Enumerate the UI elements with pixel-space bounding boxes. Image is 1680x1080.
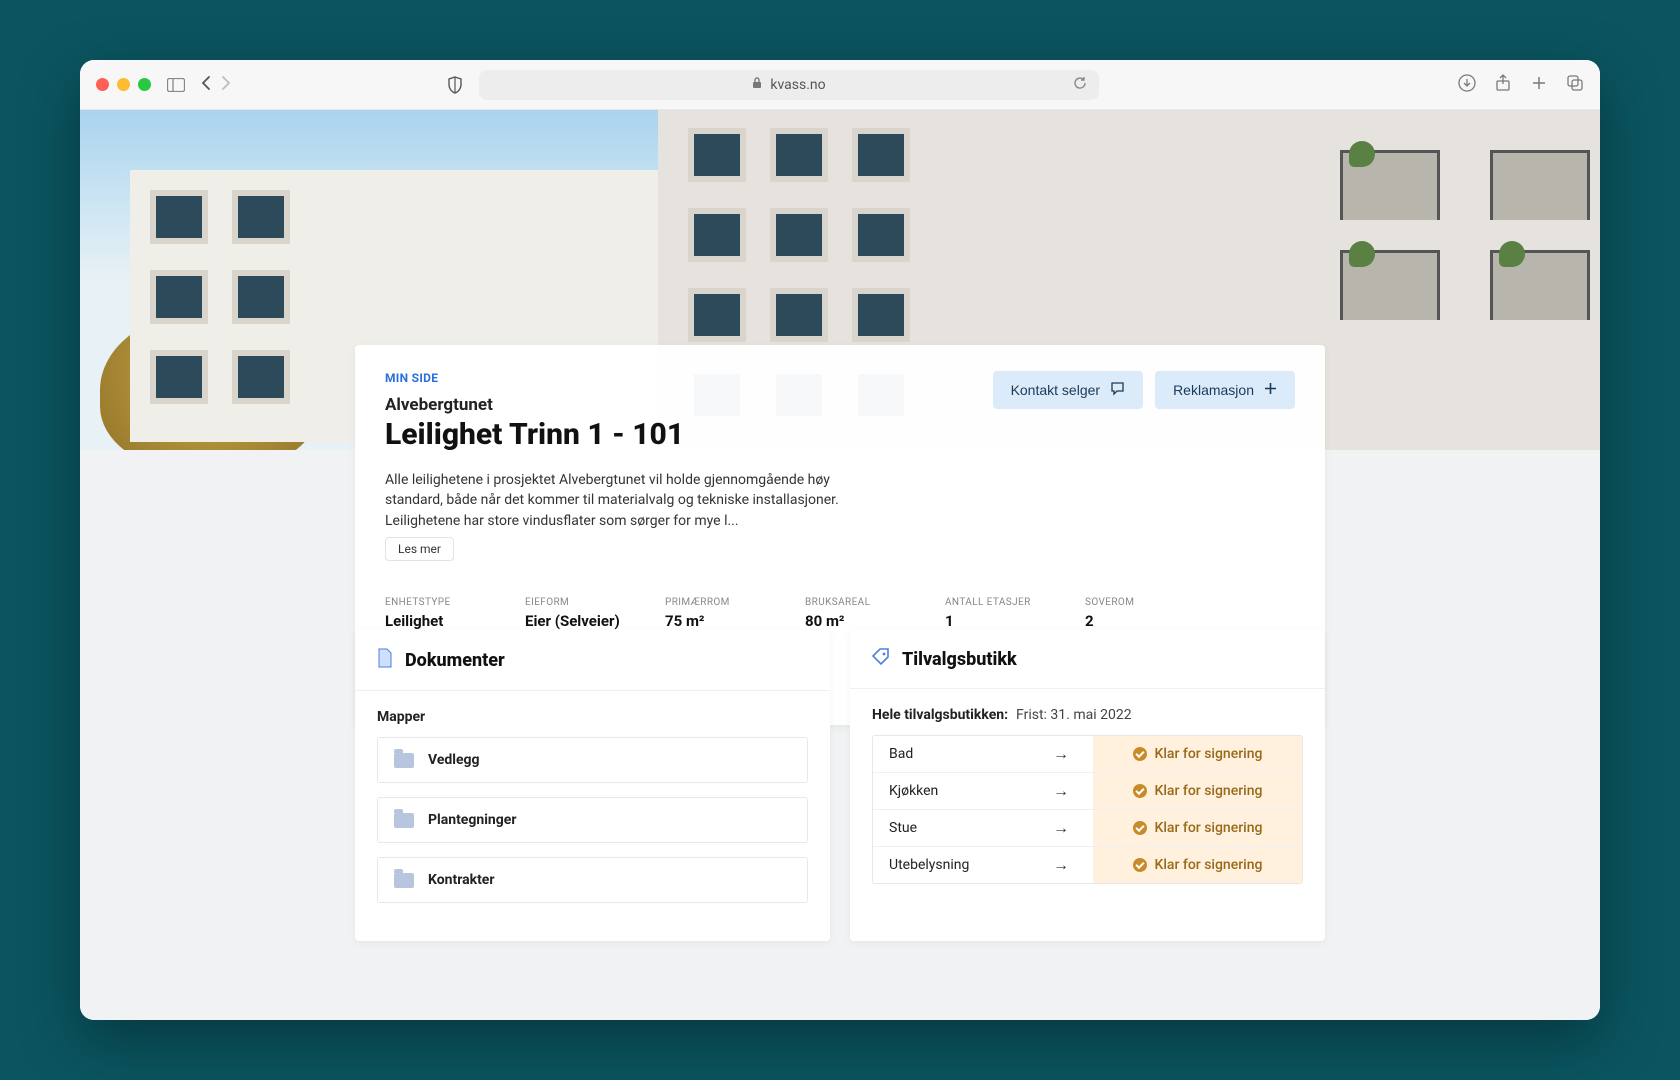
shop-deadline-label: Hele tilvalgsbutikken: <box>872 707 1008 723</box>
eyebrow: MIN SIDE <box>385 371 865 385</box>
shop-deadline-value: Frist: 31. mai 2022 <box>1016 707 1132 723</box>
arrow-right-icon: → <box>1053 781 1093 801</box>
status-badge: Klar for signering <box>1093 810 1302 846</box>
folder-name: Vedlegg <box>428 752 480 768</box>
shop-title: Tilvalgsbutikk <box>902 649 1017 670</box>
spec-item: SOVEROM2 <box>1085 597 1185 630</box>
sidebar-toggle-icon[interactable] <box>167 78 185 92</box>
arrow-right-icon: → <box>1053 744 1093 764</box>
arrow-right-icon: → <box>1053 818 1093 838</box>
shop-item-name: Stue <box>873 810 1053 846</box>
spec-item: EIEFORMEier (Selveier) <box>525 597 625 630</box>
status-badge: Klar for signering <box>1093 736 1302 772</box>
close-window-button[interactable] <box>96 78 109 91</box>
spec-item: BRUKSAREAL80 m² <box>805 597 905 630</box>
shop-item-name: Kjøkken <box>873 773 1053 809</box>
page-viewport: MIN SIDE Alvebergtunet Leilighet Trinn 1… <box>80 110 1600 1020</box>
check-icon <box>1133 747 1147 761</box>
contact-seller-button[interactable]: Kontakt selger <box>993 371 1144 409</box>
new-tab-icon[interactable] <box>1530 74 1548 96</box>
status-badge: Klar for signering <box>1093 847 1302 883</box>
shop-row[interactable]: Kjøkken → Klar for signering <box>873 773 1302 810</box>
privacy-shield-icon[interactable] <box>447 76 463 94</box>
lock-icon <box>752 77 762 92</box>
chrome-right-controls <box>1458 74 1584 96</box>
read-more-button[interactable]: Les mer <box>385 537 454 561</box>
status-badge: Klar for signering <box>1093 773 1302 809</box>
chat-icon <box>1110 381 1125 399</box>
forward-button[interactable] <box>221 75 231 95</box>
shop-panel: Tilvalgsbutikk Hele tilvalgsbutikken: Fr… <box>850 630 1325 941</box>
check-icon <box>1133 821 1147 835</box>
folder-icon <box>394 873 414 888</box>
folders-label: Mapper <box>377 709 808 725</box>
browser-chrome: kvass.no <box>80 60 1600 110</box>
nav-arrows <box>201 75 231 95</box>
traffic-lights <box>96 78 151 91</box>
documents-title: Dokumenter <box>405 650 505 671</box>
complaint-button[interactable]: Reklamasjon <box>1155 371 1295 409</box>
spec-item: PRIMÆRROM75 m² <box>665 597 765 630</box>
check-icon <box>1133 858 1147 872</box>
folder-name: Plantegninger <box>428 812 516 828</box>
unit-description: Alle leilighetene i prosjektet Alvebergt… <box>385 470 865 531</box>
tabs-overview-icon[interactable] <box>1566 74 1584 96</box>
complaint-label: Reklamasjon <box>1173 382 1254 398</box>
shop-item-name: Bad <box>873 736 1053 772</box>
browser-window: kvass.no <box>80 60 1600 1020</box>
share-icon[interactable] <box>1494 74 1512 96</box>
shop-row[interactable]: Utebelysning → Klar for signering <box>873 847 1302 883</box>
check-icon <box>1133 784 1147 798</box>
folder-item[interactable]: Vedlegg <box>377 737 808 783</box>
project-name: Alvebergtunet <box>385 395 865 415</box>
minimize-window-button[interactable] <box>117 78 130 91</box>
folder-item[interactable]: Kontrakter <box>377 857 808 903</box>
tag-icon <box>872 648 890 670</box>
contact-seller-label: Kontakt selger <box>1011 382 1101 398</box>
documents-panel: Dokumenter Mapper Vedlegg Plantegninger … <box>355 630 830 941</box>
folder-icon <box>394 813 414 828</box>
plus-icon <box>1264 382 1277 398</box>
unit-title: Leilighet Trinn 1 - 101 <box>385 417 865 452</box>
back-button[interactable] <box>201 75 211 95</box>
url-text: kvass.no <box>770 77 825 93</box>
shop-row[interactable]: Bad → Klar for signering <box>873 736 1302 773</box>
folder-icon <box>394 753 414 768</box>
maximize-window-button[interactable] <box>138 78 151 91</box>
folder-item[interactable]: Plantegninger <box>377 797 808 843</box>
address-bar[interactable]: kvass.no <box>479 70 1099 100</box>
spec-item: ENHETSTYPELeilighet <box>385 597 485 630</box>
spec-item: ANTALL ETASJER1 <box>945 597 1045 630</box>
reload-icon[interactable] <box>1073 76 1087 94</box>
document-icon <box>377 648 393 672</box>
shop-table: Bad → Klar for signering Kjøkken → Klar … <box>872 735 1303 884</box>
folder-name: Kontrakter <box>428 872 495 888</box>
arrow-right-icon: → <box>1053 855 1093 875</box>
shop-row[interactable]: Stue → Klar for signering <box>873 810 1302 847</box>
downloads-icon[interactable] <box>1458 74 1476 96</box>
shop-item-name: Utebelysning <box>873 847 1053 883</box>
